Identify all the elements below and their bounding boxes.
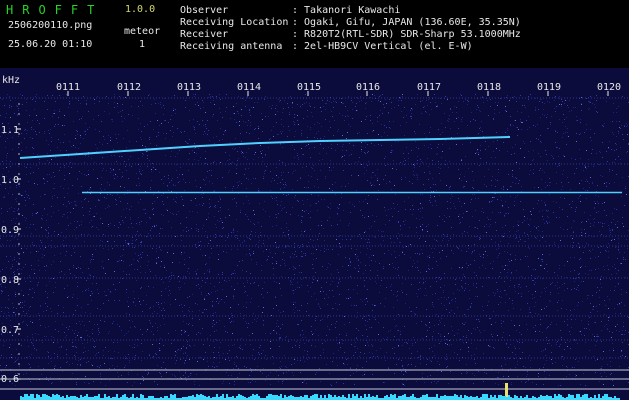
receiver-label: Receiver	[180, 29, 229, 40]
location-label: Receiving Location	[180, 17, 289, 28]
freq-tick-0.7: 0.7	[1, 325, 19, 336]
header-panel: HROFFT 1.0.0 2506200110.png meteor 25.06…	[0, 0, 629, 68]
time-tick-0118: 0118	[477, 82, 501, 93]
time-tick-0111: 0111	[56, 82, 80, 93]
location-value: : Ogaki, Gifu, JAPAN (136.60E, 35.35N)	[292, 17, 521, 28]
spectrogram-panel: kHz 0111 0112 0113 0114 0115 0116 0117 0…	[0, 68, 629, 400]
freq-tick-0.6: 0.6	[1, 374, 19, 385]
receiver-value: : R820T2(RTL-SDR) SDR-Sharp 53.1000MHz	[292, 29, 521, 40]
time-tick-0113: 0113	[177, 82, 201, 93]
freq-tick-0.8: 0.8	[1, 275, 19, 286]
time-tick-0115: 0115	[297, 82, 321, 93]
meteor-label: meteor	[124, 26, 161, 37]
time-tick-0120: 0120	[597, 82, 621, 93]
observer-value: : Takanori Kawachi	[292, 5, 401, 16]
time-tick-0112: 0112	[117, 82, 141, 93]
y-unit-label: kHz	[2, 75, 20, 86]
freq-tick-1.1: 1.1	[1, 125, 19, 136]
app-version: 1.0.0	[125, 4, 156, 15]
freq-tick-1.0: 1.0	[1, 175, 19, 186]
time-tick-0117: 0117	[417, 82, 441, 93]
freq-tick-0.9: 0.9	[1, 225, 19, 236]
spectrogram: kHz 0111 0112 0113 0114 0115 0116 0117 0…	[0, 68, 629, 400]
time-tick-0119: 0119	[537, 82, 561, 93]
time-tick-0116: 0116	[356, 82, 380, 93]
date-time: 25.06.20 01:10	[8, 39, 93, 50]
antenna-label: Receiving antenna	[180, 41, 283, 52]
time-tick-0114: 0114	[237, 82, 261, 93]
file-name: 2506200110.png	[8, 20, 93, 31]
meteor-count: 1	[139, 39, 146, 50]
observer-label: Observer	[180, 5, 229, 16]
app-logo: HROFFT	[6, 3, 104, 17]
antenna-value: : 2el-HB9CV Vertical (el. E-W)	[292, 41, 473, 52]
spectrogram-background	[0, 68, 629, 400]
